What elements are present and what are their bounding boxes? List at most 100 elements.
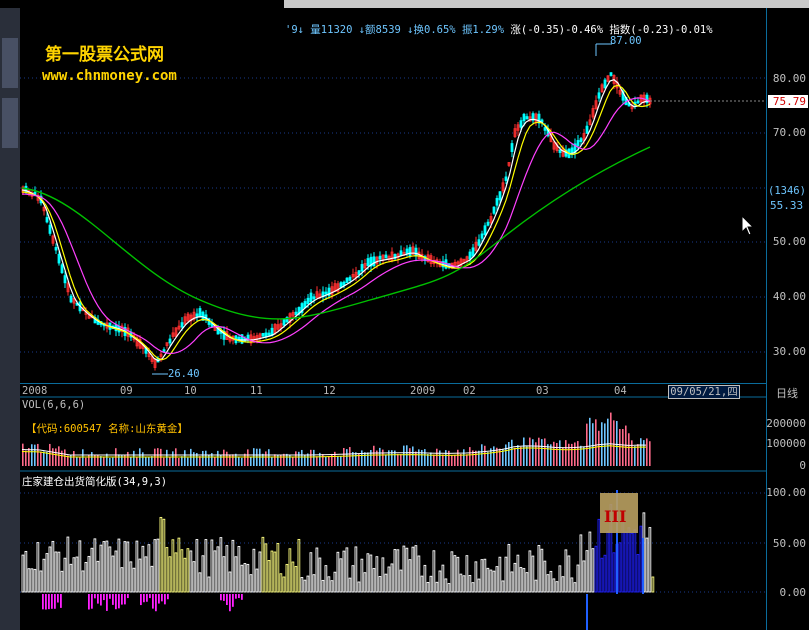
count-value: 55.33 xyxy=(770,199,804,212)
indicator-bar xyxy=(213,550,217,593)
indicator-bar xyxy=(90,547,94,593)
time-tick: 2009 xyxy=(410,385,436,397)
indicator-bar xyxy=(519,567,523,593)
indicator-bar xyxy=(423,564,427,593)
volume-bar xyxy=(130,456,132,466)
indicator-bar xyxy=(168,556,172,593)
volume-bar xyxy=(250,457,252,466)
volume-bar xyxy=(226,451,228,466)
indicator-negative-bar xyxy=(235,594,237,599)
logo-url[interactable]: www.chnmoney.com xyxy=(42,68,177,84)
volume-bar xyxy=(82,449,84,466)
cursor-arrow-icon xyxy=(741,215,755,236)
volume-bar xyxy=(148,456,150,466)
indicator-bar xyxy=(402,545,406,593)
volume-bar xyxy=(619,429,621,466)
indicator-bar xyxy=(531,555,535,593)
indicator-bar xyxy=(231,539,235,593)
indicator-bar xyxy=(588,531,592,593)
volume-bar xyxy=(508,442,510,466)
indicator-negative-bar xyxy=(229,594,231,612)
indicator-bar xyxy=(534,579,538,593)
indicator-bar xyxy=(264,543,268,593)
volume-bar xyxy=(511,439,513,466)
volume-bar xyxy=(442,454,444,466)
indicator-bar xyxy=(537,545,541,593)
candle-body xyxy=(342,281,346,286)
candle-body xyxy=(468,251,472,260)
period-label[interactable]: 日线 xyxy=(776,385,798,401)
indicator-bar xyxy=(366,553,370,593)
candle-body xyxy=(168,338,172,344)
indicator-negative-bar xyxy=(238,594,240,599)
ma-green-line xyxy=(21,146,651,320)
indicator-bar xyxy=(309,552,313,593)
indicator-bar xyxy=(123,541,127,593)
candle-body xyxy=(477,239,481,246)
indicator-bar xyxy=(474,561,478,593)
indicator-bar xyxy=(324,565,328,593)
indicator-bar xyxy=(279,573,283,593)
indicator-negative-bar xyxy=(118,594,120,609)
time-tick: 02 xyxy=(463,385,476,397)
volume-bar xyxy=(457,449,459,466)
volume-bar xyxy=(400,454,402,466)
indicator-bar xyxy=(510,571,514,593)
indicator-negative-bar xyxy=(54,594,56,609)
indicator-negative-bar xyxy=(115,594,117,610)
volume-bar xyxy=(46,452,48,466)
candle-body xyxy=(195,313,199,317)
indicator-negative-bar xyxy=(121,594,123,605)
indicator-bar xyxy=(69,563,73,593)
volume-bar xyxy=(187,457,189,466)
indicator-negative-bar xyxy=(158,594,160,604)
indicator-bar xyxy=(222,556,226,593)
volume-bar xyxy=(151,456,153,466)
candle-body xyxy=(294,311,298,316)
indicator-bar xyxy=(432,550,436,593)
volume-title: VOL(6,6,6) xyxy=(22,399,86,411)
count-box: (1346) xyxy=(768,185,806,197)
volume-bar xyxy=(463,449,465,466)
candle-body xyxy=(495,197,499,206)
volume-bar xyxy=(418,449,420,466)
volume-bar xyxy=(586,423,588,466)
candle-body xyxy=(504,176,508,181)
indicator-title: 庄家建仓出货简化版(34,9,3) xyxy=(22,476,168,488)
price-tick: 80.00 xyxy=(772,72,806,85)
volume-bar xyxy=(403,445,405,466)
volume-bar xyxy=(631,440,633,466)
volume-bar xyxy=(460,454,462,466)
candle-body xyxy=(282,318,286,326)
volume-bar xyxy=(283,453,285,466)
indicator-bar xyxy=(645,537,649,593)
indicator-negative-bar xyxy=(232,594,234,607)
indicator-bar xyxy=(585,550,589,593)
volume-bar xyxy=(163,457,165,466)
volume-bar xyxy=(553,441,555,466)
indicator-bar xyxy=(285,563,289,593)
time-tick: 2008 xyxy=(22,385,48,397)
indicator-bar xyxy=(27,568,31,593)
indicator-bar xyxy=(453,555,457,593)
indicator-bar xyxy=(639,525,643,593)
indicator-bar xyxy=(489,569,493,593)
indicator-bar xyxy=(333,571,337,593)
time-tick: 10 xyxy=(184,385,197,397)
stat-prefix: '9↓ xyxy=(285,24,304,36)
indicator-bar xyxy=(147,544,151,593)
volume-bar xyxy=(58,446,60,466)
indicator-bar xyxy=(552,578,556,593)
volume-bar xyxy=(73,451,75,466)
indicator-bar xyxy=(72,557,76,593)
volume-bar xyxy=(184,450,186,466)
volume-bar xyxy=(298,451,300,466)
candle-body xyxy=(636,100,640,104)
indicator-bar xyxy=(624,531,628,593)
volume-bar xyxy=(469,447,471,466)
indicator-bar xyxy=(525,572,529,593)
indicator-bar xyxy=(582,560,586,593)
volume-bar xyxy=(316,456,318,466)
candle-body xyxy=(399,250,403,256)
indicator-bar xyxy=(150,565,154,593)
